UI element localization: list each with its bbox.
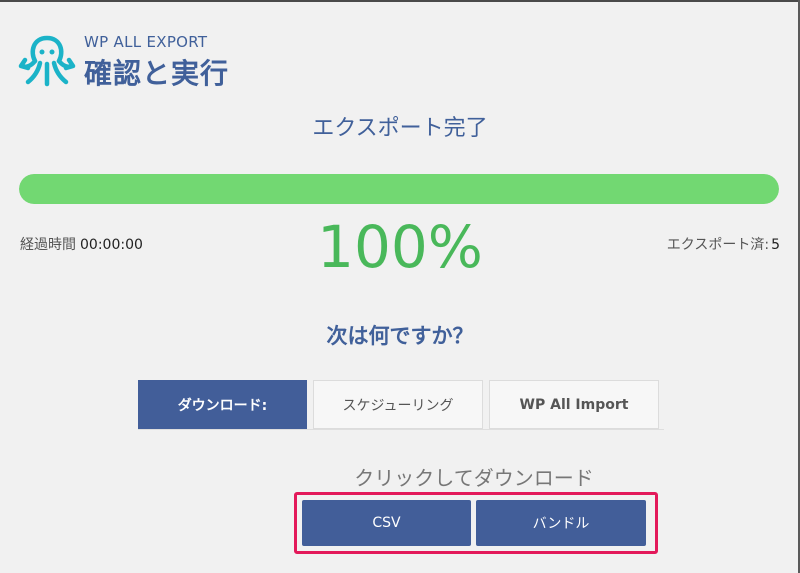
tab-download[interactable]: ダウンロード:	[138, 380, 307, 429]
tab-divider	[138, 429, 664, 430]
tab-wp-all-import[interactable]: WP All Import	[489, 380, 659, 429]
tab-scheduling[interactable]: スケジューリング	[313, 380, 483, 429]
whats-next-heading: 次は何ですか？	[326, 324, 474, 348]
download-caption: クリックしてダウンロード	[354, 466, 594, 490]
csv-download-button[interactable]: CSV	[302, 500, 471, 546]
progress-bar-fill	[19, 174, 779, 204]
progress-bar	[19, 174, 779, 204]
exported-count: エクスポート済: 5	[667, 234, 780, 254]
bundle-download-button[interactable]: バンドル	[476, 500, 646, 546]
exported-count-value: 5	[771, 237, 780, 253]
exported-count-label: エクスポート済:	[666, 237, 770, 253]
export-complete-heading: エクスポート完了	[312, 116, 488, 141]
brand-name: WP ALL EXPORT	[84, 33, 208, 51]
page-title: 確認と実行	[84, 57, 230, 90]
window-top-border	[0, 0, 800, 2]
octopus-icon	[18, 35, 76, 87]
